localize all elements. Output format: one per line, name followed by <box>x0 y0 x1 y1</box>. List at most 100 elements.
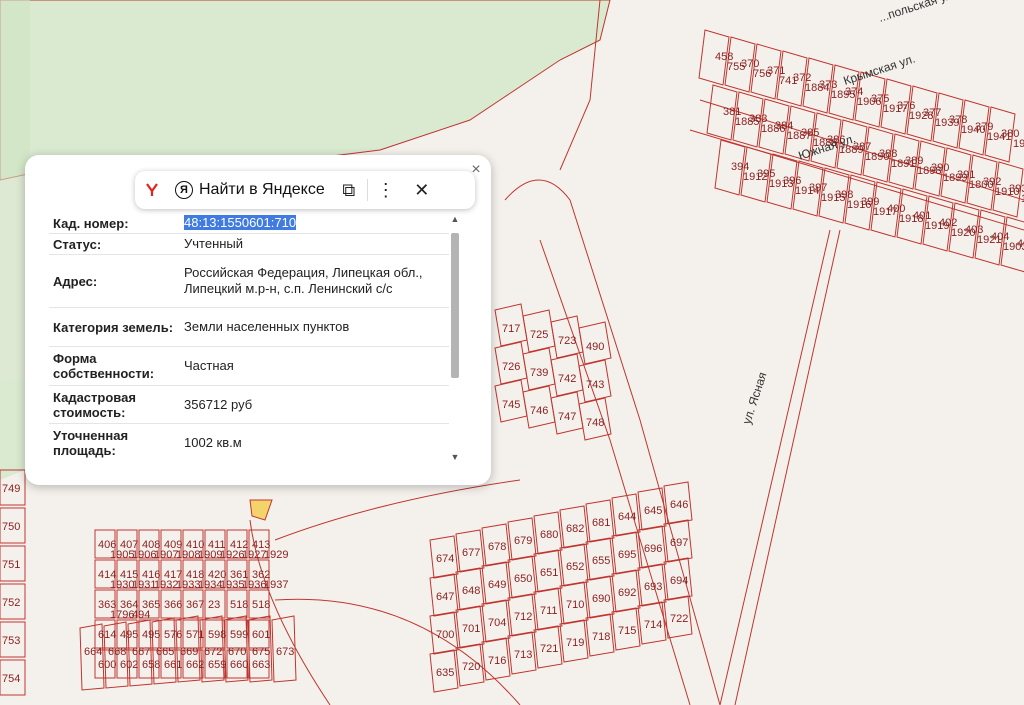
parcel-number-label: 1906 <box>857 96 881 108</box>
parcel-number-label: 1939 <box>935 117 959 129</box>
parcel-number-label: 1912 <box>743 171 767 183</box>
parcel-number-label: 673 <box>276 646 294 658</box>
parcel-number-label: 1932 <box>154 579 178 591</box>
scroll-up-icon[interactable]: ▲ <box>449 213 461 225</box>
parcel-number-label: 722 <box>670 613 688 625</box>
parcel-number-label: 652 <box>566 561 584 573</box>
parcel-number-label: 1930 <box>110 579 134 591</box>
parcel-number-label: 1910 <box>995 186 1019 198</box>
info-key: Форма собственности: <box>53 351 155 381</box>
parcel-number-label: 672 <box>204 646 222 658</box>
parcel-number-label: 749 <box>2 483 20 495</box>
parcel-number-label: 752 <box>2 597 20 609</box>
parcel-number-label: 651 <box>540 567 558 579</box>
parcel-number-label: 1914 <box>795 185 819 197</box>
parcel-number-label: 1933 <box>176 579 200 591</box>
scroll-down-icon[interactable]: ▼ <box>449 451 461 463</box>
parcel-number-label: 1913 <box>769 178 793 190</box>
parcel-number-label: 576 <box>164 629 182 641</box>
parcel-number-label: 646 <box>670 499 688 511</box>
parcel-number-label: 695 <box>618 549 636 561</box>
parcel-number-label: 721 <box>540 643 558 655</box>
parcel-number-label: 1891 <box>891 158 915 170</box>
parcel-number-label: 751 <box>2 559 20 571</box>
parcel-number-label: 1917 <box>873 206 897 218</box>
parcel-number-label: 742 <box>558 373 576 385</box>
parcel-number-label: 598 <box>208 629 226 641</box>
parcel-number-label: 1899 <box>943 172 967 184</box>
parcel-number-label: 660 <box>230 659 248 671</box>
parcel-number-label: 664 <box>84 646 102 658</box>
parcel-number-label: 1907 <box>154 549 178 561</box>
parcel-number-label: 1934 <box>198 579 222 591</box>
parcel-number-label: 714 <box>644 619 662 631</box>
parcel-number-label: 741 <box>779 75 797 87</box>
parcel-number-label: 1936 <box>242 579 266 591</box>
info-row-area: Уточненная площадь: 1002 кв.м <box>49 424 449 461</box>
parcel-number-label: 675 <box>252 646 270 658</box>
copy-icon[interactable]: ⧉ <box>331 171 367 209</box>
parcel-number-label: 700 <box>436 629 454 641</box>
parcel-number-label: 670 <box>228 646 246 658</box>
info-value: 1002 кв.м <box>184 435 242 450</box>
parcel-number-label: 1898 <box>917 165 941 177</box>
parcel-number-label: 717 <box>502 323 520 335</box>
yandex-logo-icon[interactable] <box>135 171 169 209</box>
info-value: Частная <box>184 358 234 373</box>
parcel-number-label: 1796 <box>110 609 134 621</box>
parcel-number-label: 1895 <box>831 89 855 101</box>
parcel-number-label: 719 <box>566 637 584 649</box>
info-value[interactable]: 48:13:1550601:710 <box>184 213 449 233</box>
yandex-search-icon: Я <box>175 181 193 199</box>
parcel-number-label: 725 <box>530 329 548 341</box>
parcel-number-label: 713 <box>514 649 532 661</box>
info-value: Земли населенных пунктов <box>184 319 350 334</box>
parcel-number-label: 1917 <box>883 103 907 115</box>
parcel-number-label: 494 <box>132 609 150 621</box>
parcel-number-label: 718 <box>592 631 610 643</box>
parcel-number-label: 710 <box>566 599 584 611</box>
parcel-number-label: 658 <box>142 659 160 671</box>
info-value: Российская Федерация, Липецкая обл., Лип… <box>184 265 423 296</box>
parcel-number-label: 599 <box>230 629 248 641</box>
parcel-number-label: 649 <box>488 579 506 591</box>
info-scrollbar[interactable]: ▲ ▼ <box>449 213 461 463</box>
cadastral-number-selected[interactable]: 48:13:1550601:710 <box>184 215 297 230</box>
parcel-number-label: 601 <box>252 629 270 641</box>
parcel-number-label: 1916 <box>847 199 871 211</box>
parcel-number-label: 692 <box>618 587 636 599</box>
parcel-number-label: 747 <box>558 411 576 423</box>
parcel-number-label: 748 <box>586 417 604 429</box>
info-key: Кадастровая стоимость: <box>53 389 136 420</box>
parcel-number-label: 1909 <box>198 549 222 561</box>
parcel-number-label: 753 <box>2 635 20 647</box>
toolbar-close-icon[interactable]: ✕ <box>404 171 440 209</box>
parcel-number-label: 645 <box>644 505 662 517</box>
parcel-number-label: 756 <box>753 68 771 80</box>
parcel-number-label: 1890 <box>865 151 889 163</box>
scroll-thumb[interactable] <box>451 233 459 378</box>
parcel-number-label: 650 <box>514 573 532 585</box>
parcel-number-label: 716 <box>488 655 506 667</box>
parcel-number-label: 711 <box>540 605 558 617</box>
info-key: Категория земель: <box>53 319 174 335</box>
parcel-number-label: 694 <box>670 575 688 587</box>
info-row-ownership: Форма собственности: Частная <box>49 347 449 386</box>
parcel-number-label: 739 <box>530 367 548 379</box>
info-row-cadastral-number: Кад. номер: 48:13:1550601:710 <box>49 213 449 234</box>
parcel-number-label: 750 <box>2 521 20 533</box>
parcel-number-label: 678 <box>488 541 506 553</box>
find-in-yandex-button[interactable]: Я Найти в Яндексе <box>169 171 331 209</box>
parcel-number-label: 367 <box>186 599 204 611</box>
parcel-info-popup: × Я Найти в Яндексе ⧉ ⋮ ✕ Кад. номер: 48… <box>25 155 491 485</box>
parcel-number-label: 495 <box>142 629 160 641</box>
parcel-info-table: Кад. номер: 48:13:1550601:710 Статус: Уч… <box>49 213 449 461</box>
parcel-number-label: 1918 <box>899 213 923 225</box>
info-row-address: Адрес: Российская Федерация, Липецкая об… <box>49 255 449 308</box>
parcel-number-label: 682 <box>566 523 584 535</box>
parcel-number-label: 490 <box>586 341 604 353</box>
more-options-icon[interactable]: ⋮ <box>368 171 404 209</box>
parcel-number-label: 663 <box>252 659 270 671</box>
info-key: Уточненная площадь: <box>53 428 129 458</box>
parcel-number-label: 1942 <box>1013 138 1024 150</box>
